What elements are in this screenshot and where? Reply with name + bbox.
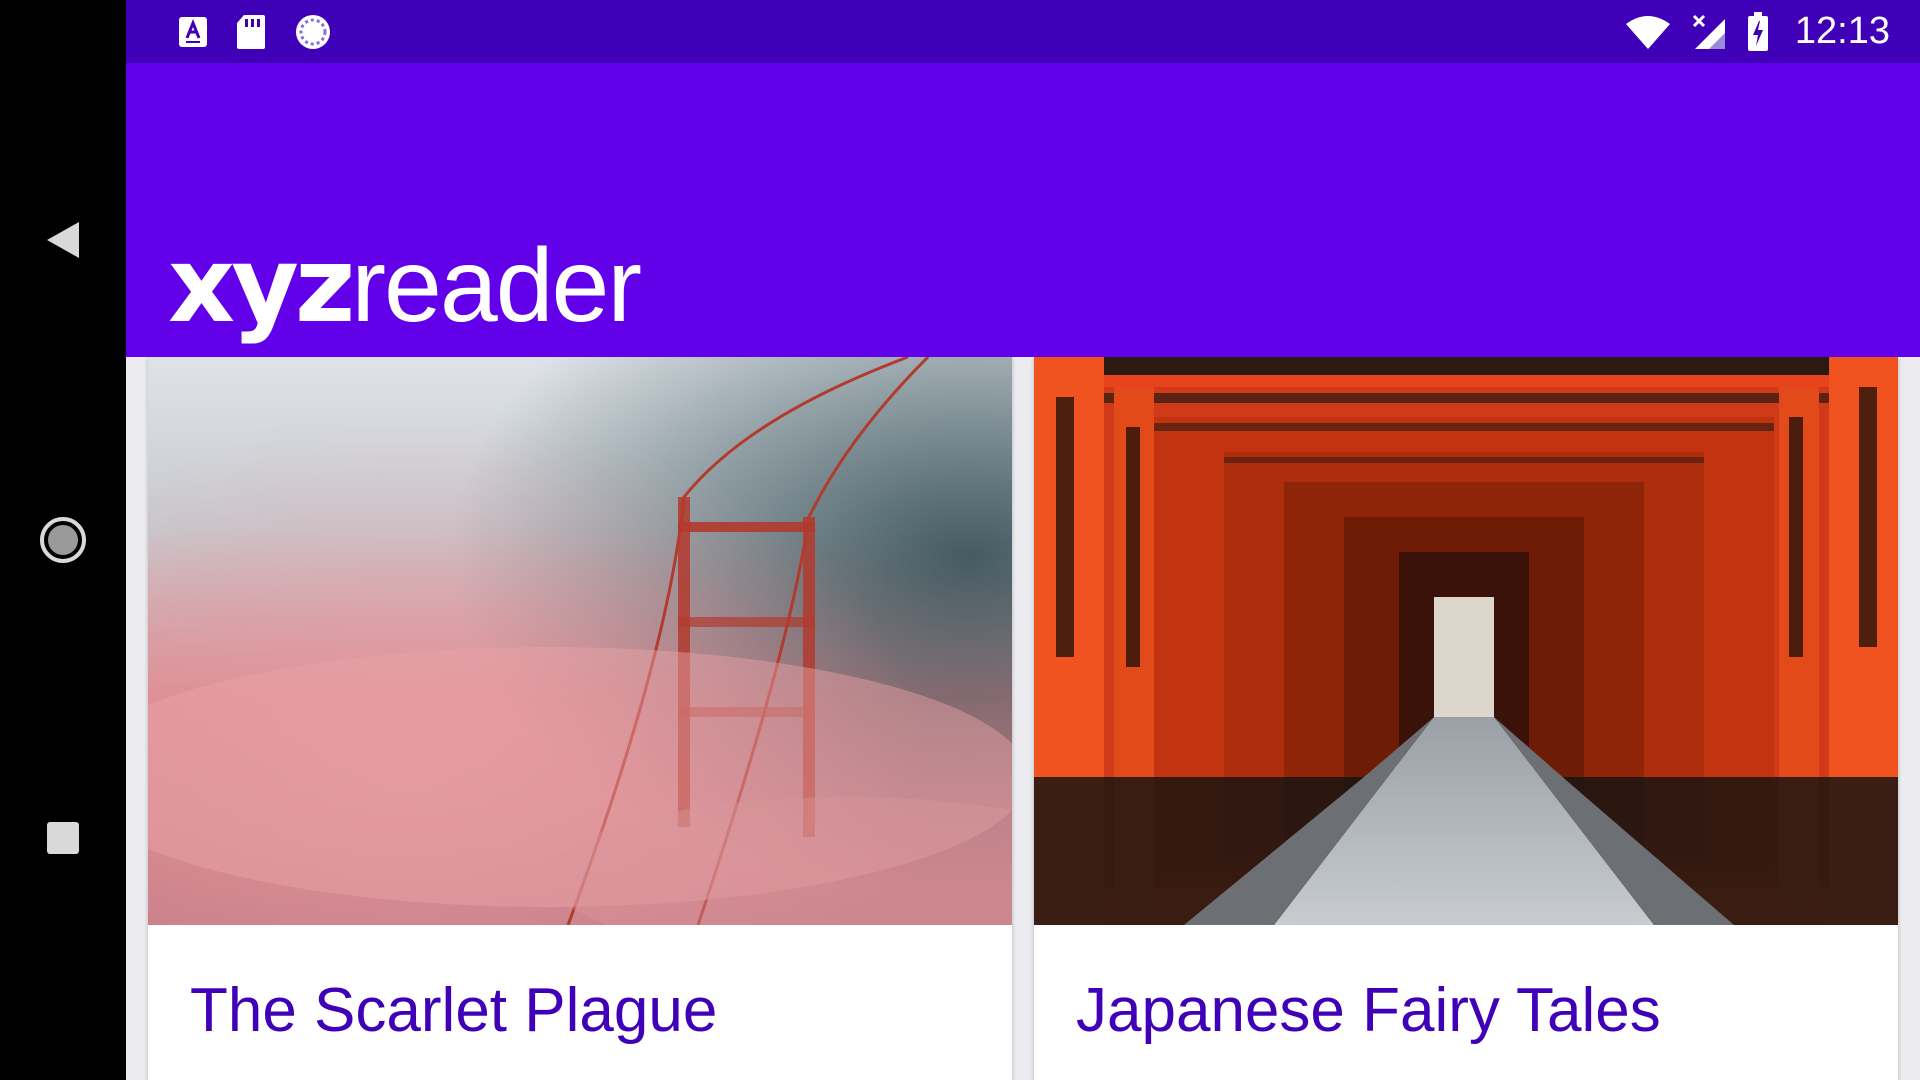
app-logo: xyzreader [168, 233, 642, 338]
article-title: Japanese Fairy Tales [1076, 976, 1661, 1045]
back-triangle-icon [47, 222, 79, 258]
home-button[interactable] [0, 480, 126, 600]
status-bar: 12:13 [126, 0, 1920, 63]
cell-signal-no-service-icon [1691, 13, 1727, 51]
recents-button[interactable] [0, 778, 126, 898]
app-bar: xyzreader [126, 63, 1920, 357]
wifi-icon [1625, 14, 1671, 50]
article-title: The Scarlet Plague [190, 976, 718, 1045]
sync-circle-icon [294, 13, 332, 51]
logo-light-text: reader [351, 228, 642, 344]
article-thumbnail [148, 357, 1012, 925]
keyboard-a-icon [178, 16, 208, 48]
logo-bold-text: xyz [168, 224, 355, 346]
article-thumbnail [1034, 357, 1898, 925]
home-circle-icon [40, 517, 86, 563]
article-card[interactable]: The Scarlet Plague [148, 357, 1012, 1080]
battery-charging-icon [1747, 11, 1769, 52]
recents-square-icon [47, 822, 79, 854]
status-clock: 12:13 [1794, 10, 1890, 52]
system-navigation-bar [0, 0, 126, 1080]
sd-card-icon [236, 14, 266, 50]
article-card[interactable]: Japanese Fairy Tales [1034, 357, 1898, 1080]
article-list[interactable]: The Scarlet Plague Japanese Fairy Tales [126, 357, 1920, 1080]
back-button[interactable] [0, 180, 126, 300]
